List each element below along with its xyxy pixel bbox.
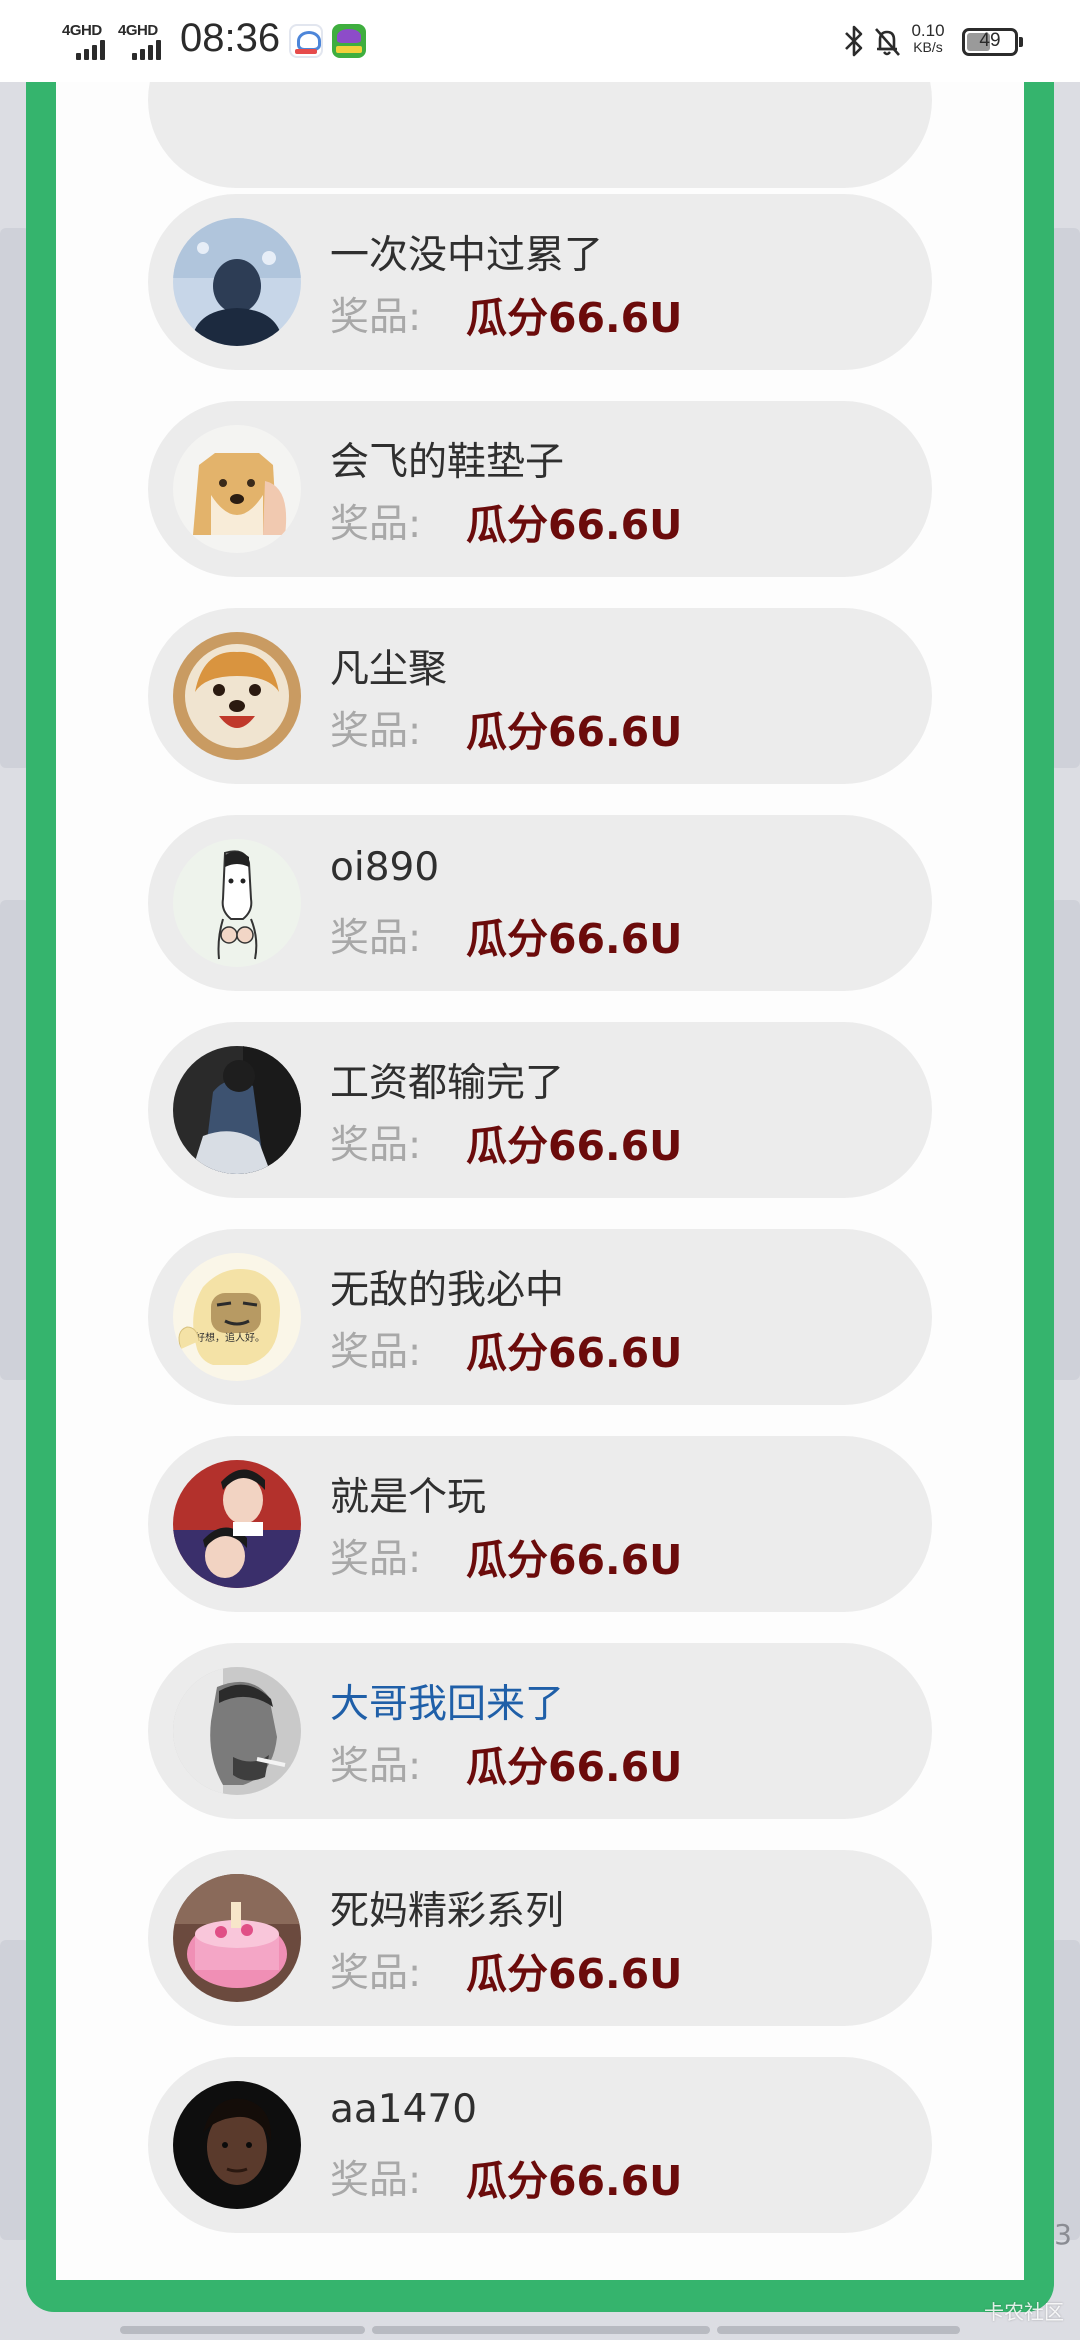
background-card xyxy=(1050,228,1080,768)
network-type-label: 4GHD xyxy=(118,22,158,39)
winner-list-item: 会飞的鞋垫子 奖品: 瓜分66.6U xyxy=(148,401,932,577)
background-card xyxy=(1050,900,1080,1380)
background-card xyxy=(1050,1940,1080,2240)
status-time: 08:36 xyxy=(180,16,281,60)
prize-label: 奖品: xyxy=(330,1330,422,1375)
prize-value: 瓜分66.6U xyxy=(466,294,683,342)
bluetooth-icon xyxy=(845,25,863,57)
battery-icon: 49 xyxy=(962,28,1018,56)
avatar[interactable]: 好想，追人好。 xyxy=(173,1253,301,1381)
avatar[interactable] xyxy=(173,1046,301,1174)
status-bar: 4GHD 4GHD 08:36 0.10 KB/s 49 xyxy=(0,0,1080,82)
winner-list-item: 凡尘聚 奖品: 瓜分66.6U xyxy=(148,608,932,784)
avatar[interactable] xyxy=(173,218,301,346)
prize-label: 奖品: xyxy=(330,1744,422,1789)
svg-text:好想，追人好。: 好想，追人好。 xyxy=(195,1331,265,1344)
winner-name: 会飞的鞋垫子 xyxy=(330,440,565,485)
app-notification-icon xyxy=(332,24,366,58)
background-bar xyxy=(120,2326,365,2334)
avatar[interactable] xyxy=(173,839,301,967)
battery-percent: 49 xyxy=(979,30,1001,51)
winner-name: 就是个玩 xyxy=(330,1475,487,1520)
prize-label: 奖品: xyxy=(330,1951,422,1996)
avatar[interactable] xyxy=(173,425,301,553)
avatar[interactable] xyxy=(173,2081,301,2209)
winner-list-item: oi890 奖品: 瓜分66.6U xyxy=(148,815,932,991)
avatar[interactable] xyxy=(173,1667,301,1795)
watermark: 卡农社区 xyxy=(984,2300,1064,2324)
prize-label: 奖品: xyxy=(330,709,422,754)
prize-label: 奖品: xyxy=(330,1537,422,1582)
winner-list-item: 一次没中过累了 奖品: 瓜分66.6U xyxy=(148,194,932,370)
background-bar xyxy=(717,2326,960,2334)
winner-list-item: 大哥我回来了 奖品: 瓜分66.6U xyxy=(148,1643,932,1819)
prize-value: 瓜分66.6U xyxy=(466,501,683,549)
prize-value: 瓜分66.6U xyxy=(466,1122,683,1170)
avatar[interactable] xyxy=(173,632,301,760)
winner-name: 工资都输完了 xyxy=(330,1061,565,1106)
winner-list-item: 死妈精彩系列 奖品: 瓜分66.6U xyxy=(148,1850,932,2026)
network-type-label: 4GHD xyxy=(62,22,102,39)
winner-list-item: aa1470 奖品: 瓜分66.6U xyxy=(148,2057,932,2233)
winner-list-item: 好想，追人好。 无敌的我必中 奖品: 瓜分66.6U xyxy=(148,1229,932,1405)
signal-strength-icon: 4GHD xyxy=(118,22,170,62)
signal-strength-icon: 4GHD xyxy=(62,22,114,62)
battery-tip xyxy=(1019,37,1023,47)
winner-name: 大哥我回来了 xyxy=(330,1682,565,1727)
prize-value: 瓜分66.6U xyxy=(466,1743,683,1791)
prize-value: 瓜分66.6U xyxy=(466,708,683,756)
background-bar xyxy=(372,2326,710,2334)
prize-value: 瓜分66.6U xyxy=(466,2157,683,2205)
winner-name: 一次没中过累了 xyxy=(330,233,604,278)
prize-label: 奖品: xyxy=(330,295,422,340)
prize-value: 瓜分66.6U xyxy=(466,1329,683,1377)
network-speed-value: 0.10 xyxy=(911,21,945,40)
prize-value: 瓜分66.6U xyxy=(466,1950,683,1998)
mute-icon xyxy=(875,28,900,56)
prize-label: 奖品: xyxy=(330,2158,422,2203)
winner-list-item: 就是个玩 奖品: 瓜分66.6U xyxy=(148,1436,932,1612)
prize-label: 奖品: xyxy=(330,916,422,961)
prize-value: 瓜分66.6U xyxy=(466,1536,683,1584)
app-notification-icon xyxy=(289,24,323,58)
prize-label: 奖品: xyxy=(330,1123,422,1168)
winner-name: 无敌的我必中 xyxy=(330,1268,565,1313)
winner-name: 死妈精彩系列 xyxy=(330,1889,565,1934)
winner-name: aa1470 xyxy=(330,2087,478,2132)
winners-list[interactable]: 一次没中过累了 奖品: 瓜分66.6U 会飞的鞋垫子 奖品: 瓜分66.6U 凡… xyxy=(56,82,1024,2280)
winner-name: oi890 xyxy=(330,845,440,890)
network-speed-unit: KB/s xyxy=(913,39,943,55)
prize-label: 奖品: xyxy=(330,502,422,547)
winner-name: 凡尘聚 xyxy=(330,647,448,692)
avatar[interactable] xyxy=(173,1460,301,1588)
winner-list-item xyxy=(148,82,932,188)
prize-value: 瓜分66.6U xyxy=(466,915,683,963)
winner-list-item: 工资都输完了 奖品: 瓜分66.6U xyxy=(148,1022,932,1198)
winners-modal: 一次没中过累了 奖品: 瓜分66.6U 会飞的鞋垫子 奖品: 瓜分66.6U 凡… xyxy=(26,60,1054,2312)
avatar[interactable] xyxy=(173,1874,301,2002)
network-speed: 0.10 KB/s xyxy=(906,22,950,56)
